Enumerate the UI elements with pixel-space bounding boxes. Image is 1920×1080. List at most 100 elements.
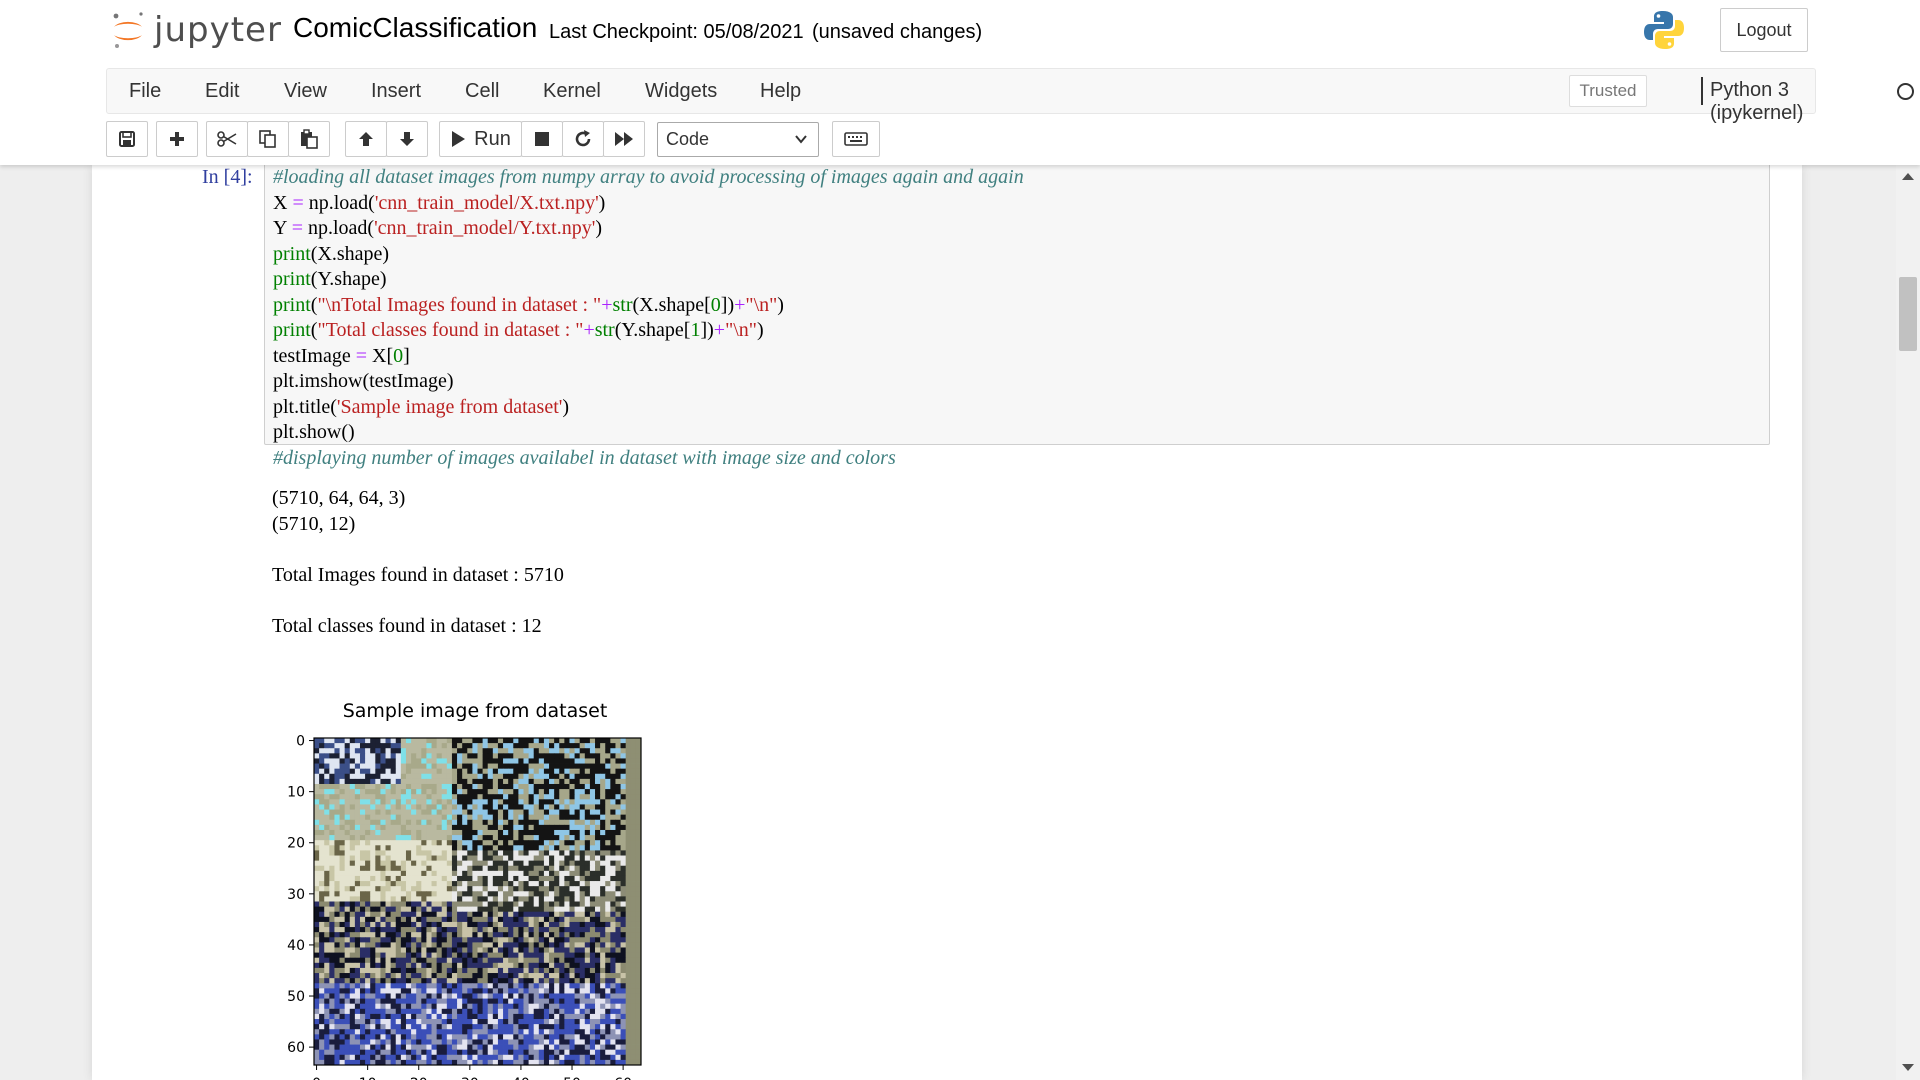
stop-icon	[535, 132, 549, 146]
x-tick-label: 0	[312, 1076, 321, 1080]
insert-cell-button[interactable]	[156, 121, 198, 157]
menu-file[interactable]: File	[129, 80, 161, 103]
scroll-up-arrow-icon[interactable]	[1902, 173, 1914, 180]
python-logo-icon	[1644, 11, 1684, 49]
code-token: X	[273, 191, 293, 214]
jupyter-logo-text: jupyter	[154, 10, 282, 50]
code-line: print("\nTotal Images found in dataset :…	[273, 293, 1024, 319]
code-token: "\nTotal Images found in dataset : "	[317, 293, 602, 316]
logout-button[interactable]: Logout	[1720, 8, 1808, 52]
menu-kernel[interactable]: Kernel	[543, 80, 601, 103]
y-axis: 0 10 20 30 40 50 60	[287, 734, 314, 1056]
menu-edit[interactable]: Edit	[205, 80, 239, 103]
output-line: (5710, 64, 64, 3)	[272, 487, 406, 509]
y-tick-label: 30	[287, 887, 305, 903]
cell-prompt: In [4]:	[202, 166, 253, 188]
header: jupyter ComicClassification Last Checkpo…	[0, 0, 1920, 165]
code-token: )	[598, 191, 606, 214]
run-button[interactable]: Run	[439, 121, 522, 157]
code-token: plt.imshow(testImage)	[273, 370, 454, 392]
menu-widgets[interactable]: Widgets	[645, 80, 717, 103]
menu-bar: File Edit View Insert Cell Kernel Widget…	[106, 68, 1914, 124]
cell-type-select[interactable]: Code	[657, 122, 819, 157]
cell-type-value: Code	[666, 129, 710, 149]
code-editor[interactable]: #loading all dataset images from numpy a…	[273, 165, 1024, 471]
menu-insert[interactable]: Insert	[371, 80, 421, 103]
code-line: testImage = X[0]	[273, 344, 1024, 370]
code-token: +	[713, 319, 726, 341]
x-tick-label: 50	[563, 1076, 581, 1080]
code-token: (Y.shape)	[310, 268, 387, 290]
output-line: Total Images found in dataset : 5710	[272, 563, 564, 586]
code-token: ])	[720, 293, 735, 316]
command-palette-button[interactable]	[832, 121, 880, 157]
interrupt-kernel-button[interactable]	[521, 121, 563, 157]
move-down-button[interactable]	[386, 121, 428, 157]
save-button[interactable]	[106, 121, 148, 157]
y-tick-label: 20	[287, 836, 305, 852]
plot-image	[314, 738, 642, 1066]
code-line: print(Y.shape)	[273, 267, 1024, 293]
restart-kernel-button[interactable]	[562, 121, 604, 157]
jupyter-logo[interactable]: jupyter	[110, 8, 282, 52]
kernel-status-icon	[1897, 83, 1914, 100]
page-scrollbar[interactable]	[1896, 165, 1920, 1080]
output-line: (5710, 12)	[272, 512, 356, 535]
output-line: Total classes found in dataset : 12	[272, 614, 542, 637]
kernel-name[interactable]: Python 3 (ipykernel)	[1710, 79, 1815, 125]
scroll-down-arrow-icon[interactable]	[1902, 1064, 1914, 1071]
y-tick-label: 60	[287, 1040, 305, 1056]
code-token: plt.title(	[273, 395, 337, 418]
code-token: )	[595, 217, 603, 239]
code-token: =	[291, 217, 303, 239]
code-line: plt.title('Sample image from dataset')	[273, 395, 1024, 421]
code-token: 1	[690, 319, 701, 341]
save-icon	[119, 131, 135, 147]
copy-icon	[259, 130, 276, 148]
code-token: print	[273, 319, 311, 341]
cut-button[interactable]	[206, 121, 248, 157]
notebook-container: In [4]: #loading all dataset images from…	[92, 165, 1802, 1080]
code-token: testImage	[273, 344, 356, 367]
code-token: ]	[403, 344, 410, 367]
code-line: plt.imshow(testImage)	[273, 369, 1024, 395]
x-tick-label: 60	[614, 1076, 632, 1080]
notebook-name[interactable]: ComicClassification	[293, 12, 537, 44]
code-cell-input[interactable]: #loading all dataset images from numpy a…	[264, 165, 1770, 469]
y-tick-label: 10	[287, 785, 305, 801]
code-token: np.load(	[303, 191, 375, 214]
code-token: 'Sample image from dataset'	[336, 395, 563, 418]
play-icon	[452, 131, 466, 147]
menu-view[interactable]: View	[284, 80, 327, 103]
matplotlib-figure: Sample image from dataset 0102030405060 …	[287, 700, 642, 1080]
code-token: 0	[710, 293, 721, 316]
code-token: Y	[273, 217, 292, 239]
menu-cell[interactable]: Cell	[465, 80, 499, 103]
trusted-indicator[interactable]: Trusted	[1569, 75, 1647, 107]
code-token: =	[292, 191, 304, 214]
paste-icon	[301, 129, 318, 149]
code-token: np.load(	[302, 217, 375, 239]
x-tick-label: 40	[512, 1076, 530, 1080]
scroll-thumb[interactable]	[1899, 277, 1917, 351]
restart-run-all-button[interactable]	[603, 121, 645, 157]
y-tick-label: 40	[287, 938, 305, 954]
menu-help[interactable]: Help	[760, 80, 801, 103]
code-token: X[	[367, 344, 394, 367]
code-token: +	[601, 293, 613, 316]
code-line: X = np.load('cnn_train_model/X.txt.npy')	[273, 191, 1024, 217]
code-token: =	[355, 344, 368, 367]
copy-button[interactable]	[247, 121, 289, 157]
code-token: (Y.shape[	[614, 319, 691, 341]
code-token: 'cnn_train_model/Y.txt.npy'	[374, 217, 596, 239]
code-token: str	[612, 293, 633, 316]
code-line: print("Total classes found in dataset : …	[273, 318, 1024, 344]
code-token: #displaying number of images availabel i…	[273, 446, 896, 469]
fast-forward-icon	[615, 132, 633, 146]
move-up-button[interactable]	[345, 121, 387, 157]
paste-button[interactable]	[288, 121, 330, 157]
code-token: "Total classes found in dataset : "	[317, 319, 584, 341]
code-token: print	[273, 268, 311, 290]
